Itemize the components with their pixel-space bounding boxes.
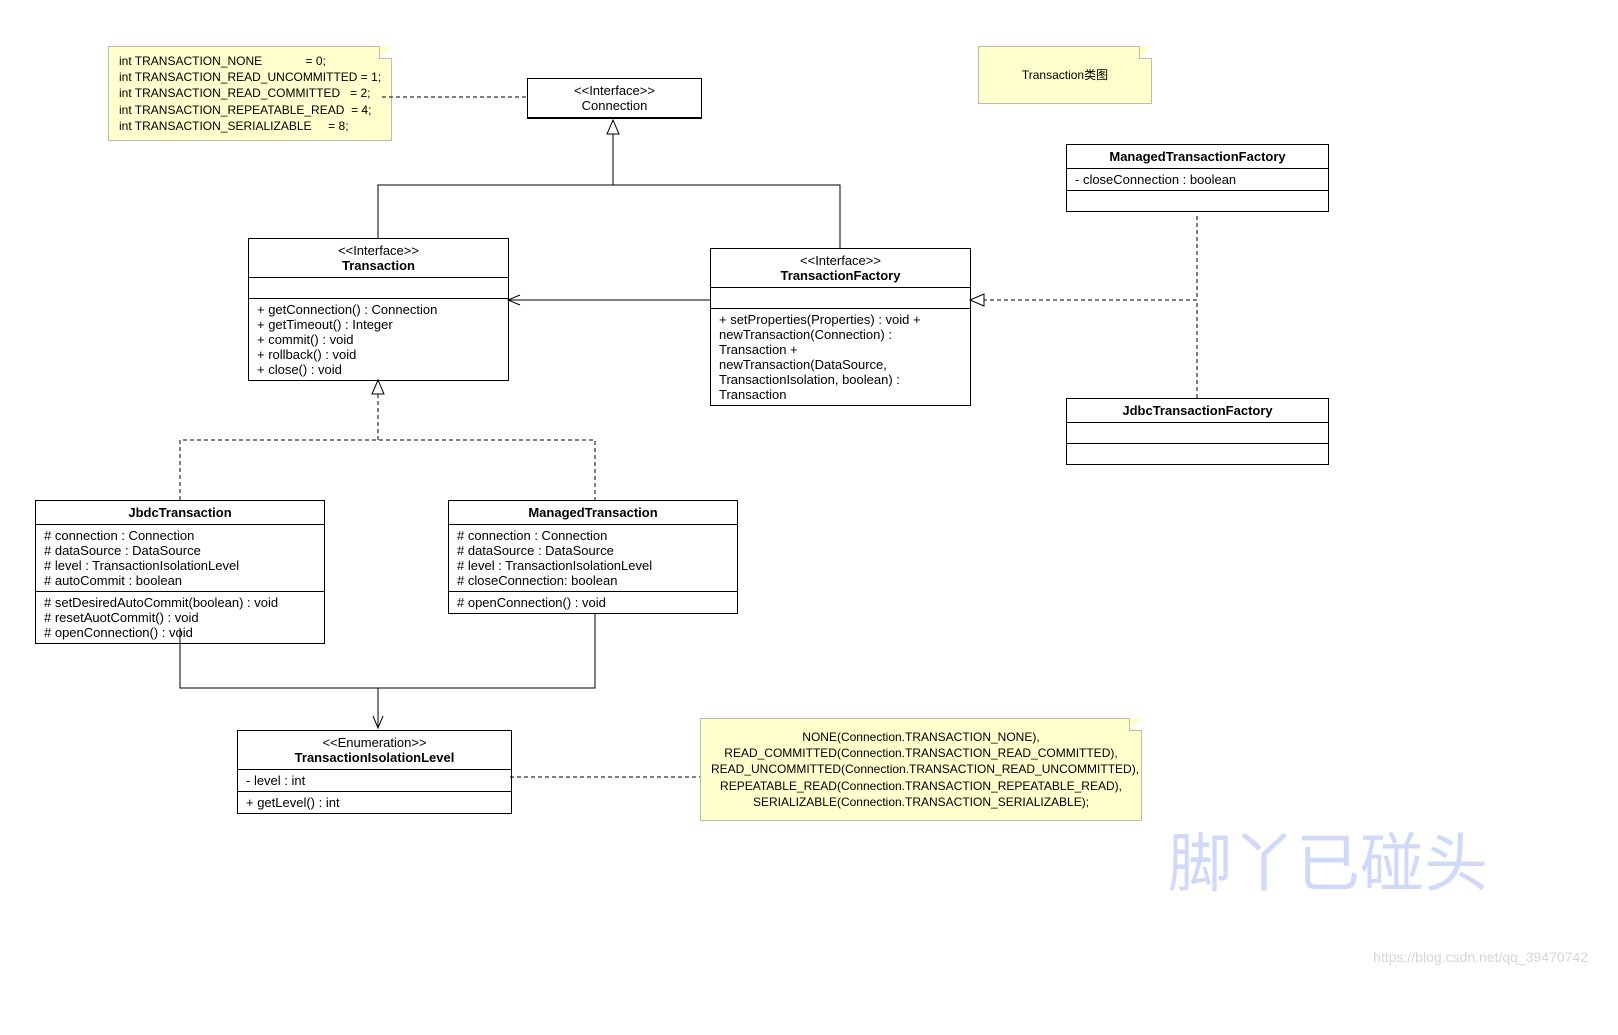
txfactory-ops: + setProperties(Properties) : void + new… — [711, 309, 970, 405]
class-tx-isolation-level: <<Enumeration>> TransactionIsolationLeve… — [237, 730, 512, 814]
class-transaction-factory: <<Interface>> TransactionFactory + setPr… — [710, 248, 971, 406]
note-title-text: Transaction类图 — [989, 67, 1141, 83]
jbdc-title: JbdcTransaction — [36, 501, 324, 525]
mtf-ops-empty — [1067, 191, 1328, 211]
watermark: 脚丫已碰头 — [1168, 813, 1488, 905]
jbdc-ops: # setDesiredAutoCommit(boolean) : void #… — [36, 592, 324, 643]
class-jdbc-tx-factory: JdbcTransactionFactory — [1066, 398, 1329, 465]
transaction-ops: + getConnection() : Connection + getTime… — [249, 299, 508, 380]
jtf-ops-empty — [1067, 444, 1328, 464]
connection-title: <<Interface>> Connection — [528, 79, 701, 118]
til-name: TransactionIsolationLevel — [295, 750, 455, 765]
txfactory-attrs-empty — [711, 288, 970, 309]
jtf-attrs-empty — [1067, 423, 1328, 444]
jbdc-attrs: # connection : Connection # dataSource :… — [36, 525, 324, 592]
transaction-stereo: <<Interface>> — [257, 243, 500, 258]
txfactory-title: <<Interface>> TransactionFactory — [711, 249, 970, 288]
transaction-title: <<Interface>> Transaction — [249, 239, 508, 278]
connection-stereo: <<Interface>> — [536, 83, 693, 98]
txfactory-stereo: <<Interface>> — [719, 253, 962, 268]
jtf-title: JdbcTransactionFactory — [1067, 399, 1328, 423]
class-managed-tx-factory: ManagedTransactionFactory - closeConnect… — [1066, 144, 1329, 212]
transaction-attrs-empty — [249, 278, 508, 299]
jbdc-name: JbdcTransaction — [128, 505, 231, 520]
class-jbdc-transaction: JbdcTransaction # connection : Connectio… — [35, 500, 325, 644]
mtf-name: ManagedTransactionFactory — [1109, 149, 1285, 164]
txfactory-name: TransactionFactory — [781, 268, 901, 283]
connection-name: Connection — [536, 98, 693, 113]
class-managed-transaction: ManagedTransaction # connection : Connec… — [448, 500, 738, 614]
til-title: <<Enumeration>> TransactionIsolationLeve… — [238, 731, 511, 770]
note-constants-text: int TRANSACTION_NONE = 0; int TRANSACTIO… — [119, 53, 381, 134]
mt-ops: # openConnection() : void — [449, 592, 737, 613]
note-enums: NONE(Connection.TRANSACTION_NONE), READ_… — [700, 718, 1142, 821]
til-stereo: <<Enumeration>> — [246, 735, 503, 750]
til-ops: + getLevel() : int — [238, 792, 511, 813]
class-transaction: <<Interface>> Transaction + getConnectio… — [248, 238, 509, 381]
mtf-attrs: - closeConnection : boolean — [1067, 169, 1328, 191]
transaction-name: Transaction — [342, 258, 415, 273]
note-enums-text: NONE(Connection.TRANSACTION_NONE), READ_… — [711, 729, 1131, 810]
jtf-name: JdbcTransactionFactory — [1122, 403, 1272, 418]
note-title: Transaction类图 — [978, 46, 1152, 104]
mt-name: ManagedTransaction — [528, 505, 657, 520]
mt-attrs: # connection : Connection # dataSource :… — [449, 525, 737, 592]
watermark-url: https://blog.csdn.net/qq_39470742 — [1373, 949, 1588, 965]
class-connection: <<Interface>> Connection — [527, 78, 702, 119]
note-constants: int TRANSACTION_NONE = 0; int TRANSACTIO… — [108, 46, 392, 141]
mtf-title: ManagedTransactionFactory — [1067, 145, 1328, 169]
mt-title: ManagedTransaction — [449, 501, 737, 525]
til-attrs: - level : int — [238, 770, 511, 792]
